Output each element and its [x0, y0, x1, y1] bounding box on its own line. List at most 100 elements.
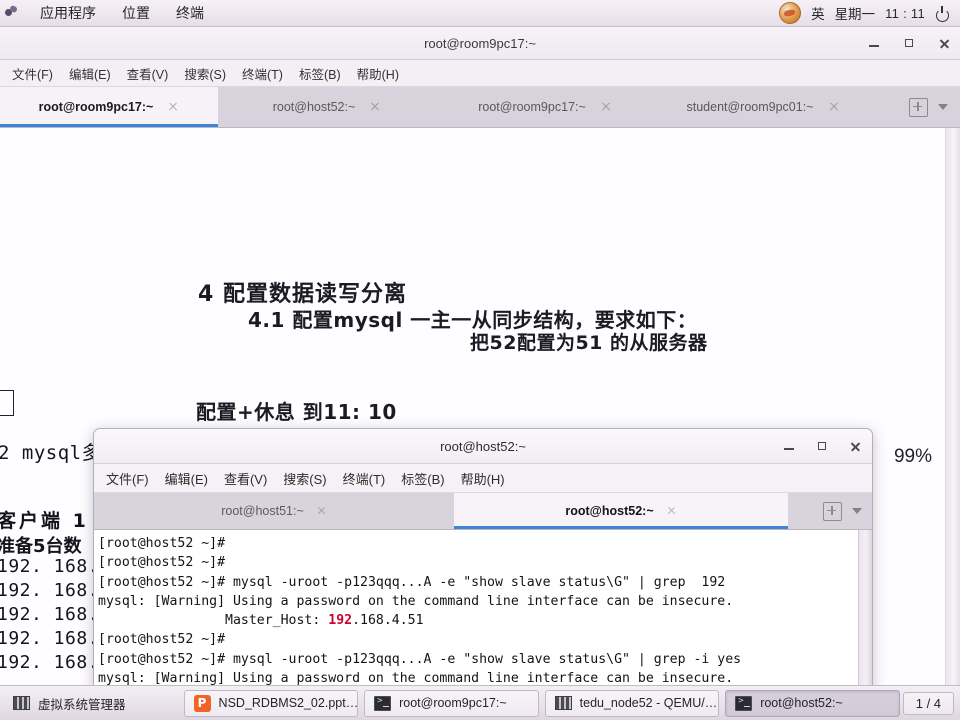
background-terminal-line: 192. 168. [0, 604, 100, 625]
taskbar-item-label: NSD_RDBMS2_02.ppt… [218, 696, 359, 710]
slide-note: 配置+休息 到11: 10 [196, 400, 397, 424]
taskbar-item-label: root@host52:~ [760, 696, 843, 710]
outer-window-controls [866, 27, 952, 59]
tab-root-room9pc17-1[interactable]: root@room9pc17:~ [0, 87, 218, 127]
desktop-screen: 应用程序 位置 终端 英 星期一 11 : 11 root@room9pc17:… [0, 0, 960, 720]
minimize-icon[interactable] [781, 438, 797, 454]
outer-terminal-window: root@room9pc17:~ 文件(F) 编辑(E) 查看(V) 搜索(S)… [0, 27, 960, 688]
terminal-highlight: 192 [328, 613, 353, 629]
menu-tabs[interactable]: 标签(B) [291, 61, 349, 86]
menu-edit[interactable]: 编辑(E) [157, 466, 216, 491]
taskbar-item-label: tedu_node52 - QEMU/… [579, 696, 718, 710]
taskbar-item-root-room9pc17[interactable]: root@room9pc17:~ [364, 689, 539, 717]
inner-window-title: root@host52:~ [440, 438, 526, 454]
tab-label: student@room9pc01:~ [686, 100, 814, 114]
terminal-line: [root@host52 ~]# [98, 630, 872, 649]
close-icon[interactable] [666, 506, 677, 517]
close-icon[interactable] [369, 101, 381, 113]
outer-tabstrip-actions [903, 87, 960, 127]
outer-window-title: root@room9pc17:~ [424, 35, 536, 51]
tab-label: root@host51:~ [221, 504, 304, 518]
menu-terminal[interactable]: 终端(T) [335, 466, 394, 491]
terminal-text: mysql: [Warning] Using a password on the… [98, 671, 734, 687]
terminal-line: [root@host52 ~]# [98, 534, 872, 553]
maximize-icon[interactable] [901, 35, 917, 51]
zoom-level-indicator: 99% [893, 446, 932, 467]
taskbar-item-virt-manager[interactable]: 虚拟系统管理器 [3, 690, 178, 717]
menu-edit[interactable]: 编辑(E) [61, 61, 119, 86]
virtual-machine-icon [554, 696, 572, 710]
taskbar-item-powerpoint[interactable]: P NSD_RDBMS2_02.ppt… [183, 689, 359, 717]
close-icon[interactable] [167, 101, 179, 113]
terminal-line: [root@host52 ~]# mysql -uroot -p123qqq..… [98, 650, 872, 669]
power-icon[interactable] [935, 5, 950, 22]
outer-window-titlebar[interactable]: root@room9pc17:~ [0, 27, 960, 60]
outer-window-menubar: 文件(F) 编辑(E) 查看(V) 搜索(S) 终端(T) 标签(B) 帮助(H… [0, 60, 960, 87]
menu-file[interactable]: 文件(F) [4, 61, 61, 86]
terminal-scrollbar[interactable] [858, 530, 872, 688]
menu-help[interactable]: 帮助(H) [453, 466, 513, 491]
background-terminal-line: 192. 168. [0, 652, 100, 673]
tab-student-room9pc01[interactable]: student@room9pc01:~ [654, 87, 872, 127]
weekday-label: 星期一 [834, 7, 876, 22]
terminal-output[interactable]: [root@host52 ~]# [root@host52 ~]# [root@… [94, 530, 872, 688]
terminal-text: [root@host52 ~]# [98, 632, 233, 648]
virtual-machine-icon [13, 696, 30, 710]
new-tab-icon[interactable] [909, 97, 928, 117]
ime-indicator-icon[interactable] [779, 2, 802, 24]
tab-root-host51[interactable]: root@host51:~ [94, 493, 454, 529]
maximize-icon[interactable] [814, 438, 830, 454]
close-icon[interactable] [316, 506, 327, 517]
inner-terminal-window: root@host52:~ 文件(F) 编辑(E) 查看(V) 搜索(S) 终端… [93, 428, 873, 688]
menu-file[interactable]: 文件(F) [98, 466, 157, 491]
menu-places[interactable]: 位置 [109, 2, 163, 24]
inner-window-menubar: 文件(F) 编辑(E) 查看(V) 搜索(S) 终端(T) 标签(B) 帮助(H… [94, 464, 872, 493]
terminal-text: [root@host52 ~]# [98, 555, 233, 571]
terminal-line: [root@host52 ~]# mysql -uroot -p123qqq..… [98, 573, 872, 592]
inner-tabstrip-actions [815, 493, 872, 529]
menu-view[interactable]: 查看(V) [119, 61, 177, 86]
terminal-line: mysql: [Warning] Using a password on the… [98, 592, 872, 611]
top-panel-menus: 应用程序 位置 终端 [21, 2, 217, 24]
clock[interactable]: 11 : 11 [885, 6, 925, 21]
menu-search[interactable]: 搜索(S) [275, 466, 334, 491]
taskbar-item-qemu-node52[interactable]: tedu_node52 - QEMU/… [544, 689, 720, 717]
background-terminal-line: 准备5台数 [0, 536, 82, 557]
tab-root-host52[interactable]: root@host52:~ [218, 87, 436, 127]
inner-window-titlebar[interactable]: root@host52:~ [94, 429, 872, 464]
menu-tabs[interactable]: 标签(B) [393, 466, 452, 491]
taskbar-item-label: 虚拟系统管理器 [38, 697, 126, 712]
ime-language-label[interactable]: 英 [811, 3, 825, 23]
background-terminal-cursor [0, 390, 14, 416]
close-icon[interactable] [828, 101, 840, 113]
tab-root-room9pc17-2[interactable]: root@room9pc17:~ [436, 87, 654, 127]
chevron-down-icon[interactable] [938, 104, 948, 110]
background-terminal-line: 192. 168. [0, 580, 100, 601]
taskbar-item-root-host52[interactable]: root@host52:~ [725, 689, 900, 717]
gnome-foot-icon [4, 6, 19, 20]
new-tab-icon[interactable] [823, 501, 842, 521]
inner-window-tabstrip: root@host51:~ root@host52:~ [94, 493, 872, 530]
terminal-text: [root@host52 ~]# mysql -uroot -p123qqq..… [98, 574, 726, 590]
menu-applications[interactable]: 应用程序 [27, 2, 109, 24]
chevron-down-icon[interactable] [852, 508, 862, 514]
menu-terminal[interactable]: 终端 [163, 2, 217, 24]
close-icon[interactable] [847, 438, 863, 454]
tab-root-host52[interactable]: root@host52:~ [454, 493, 788, 529]
close-icon[interactable] [936, 35, 952, 51]
slide-requirement: 把52配置为51 的从服务器 [470, 332, 708, 354]
terminal-text: [root@host52 ~]# mysql -uroot -p123qqq..… [98, 651, 742, 667]
minimize-icon[interactable] [866, 35, 882, 51]
close-icon[interactable] [600, 101, 612, 113]
menu-search[interactable]: 搜索(S) [176, 61, 234, 86]
menu-terminal[interactable]: 终端(T) [234, 61, 291, 86]
outer-window-tabstrip: root@room9pc17:~ root@host52:~ root@room… [0, 87, 960, 128]
menu-help[interactable]: 帮助(H) [349, 61, 407, 86]
tab-label: root@room9pc17:~ [478, 100, 586, 114]
workspace-pager[interactable]: 1 / 4 [902, 691, 955, 715]
bottom-taskbar: 虚拟系统管理器 P NSD_RDBMS2_02.ppt… root@room9p… [0, 685, 960, 720]
tab-label: root@host52:~ [272, 100, 356, 114]
content-scrollbar[interactable] [945, 128, 960, 688]
background-terminal-line: 192. 168. [0, 556, 100, 577]
menu-view[interactable]: 查看(V) [216, 466, 275, 491]
